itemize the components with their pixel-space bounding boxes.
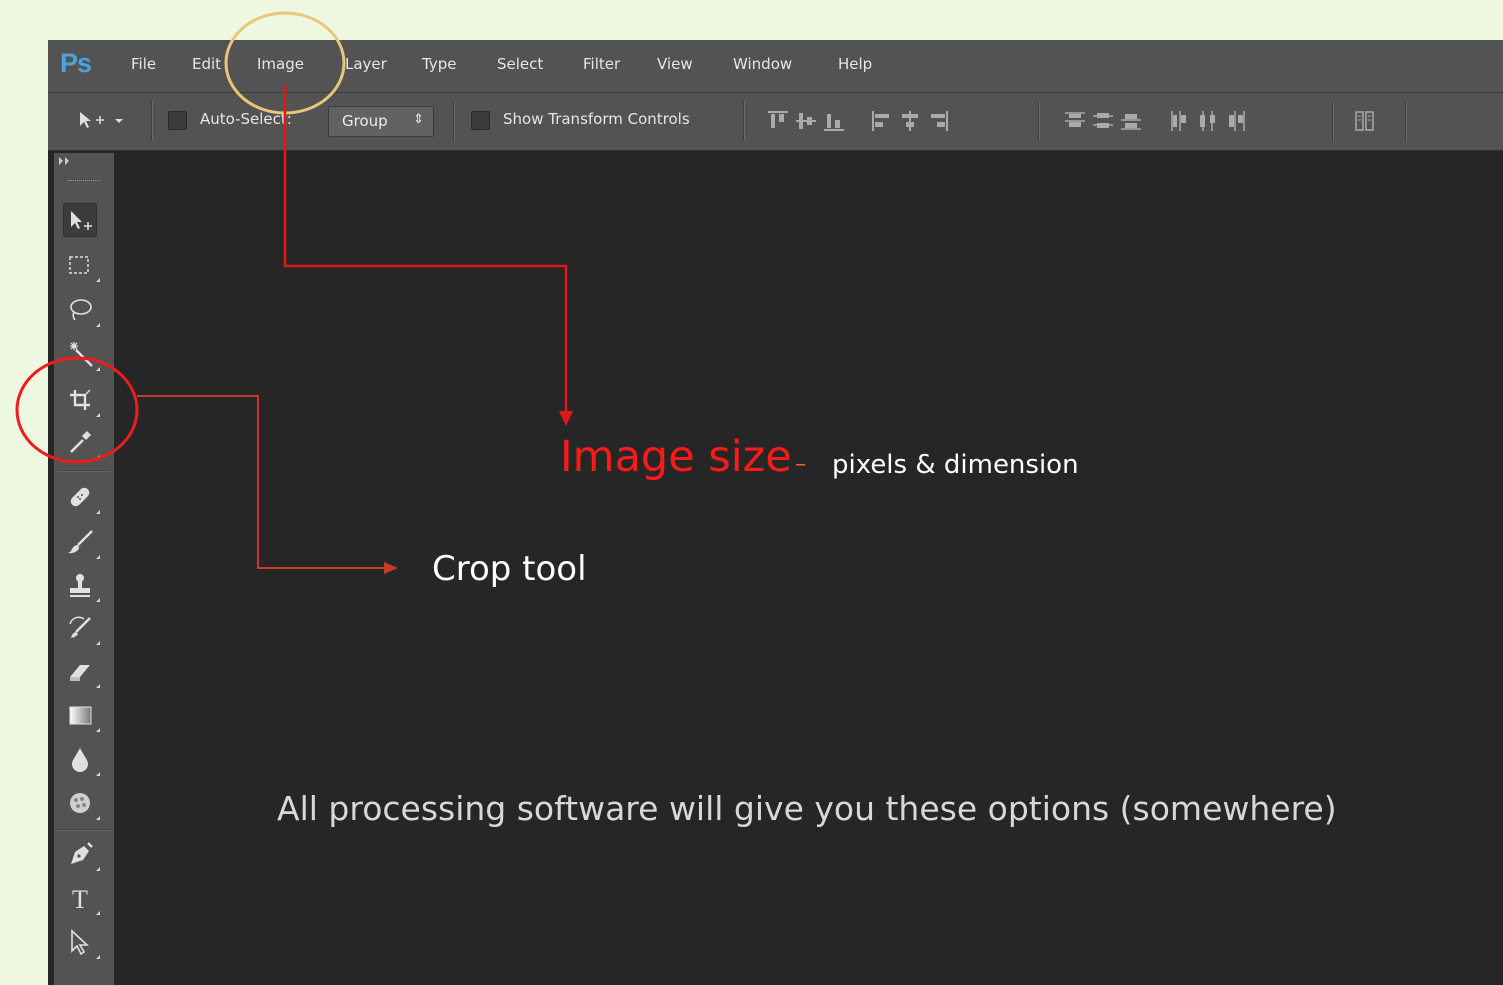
image-size-arrow-line <box>283 84 568 412</box>
crop-tool-arrow-line <box>137 395 385 569</box>
crop-tool-annotation: Crop tool <box>432 549 587 589</box>
footer-note: All processing software will give you th… <box>277 789 1337 828</box>
image-size-subtitle: pixels & dimension <box>832 450 1079 480</box>
image-size-arrowhead <box>559 411 573 426</box>
image-size-annotation: Image size <box>560 432 792 482</box>
image-size-dash: – <box>795 452 806 477</box>
crop-tool-highlight-circle <box>15 356 139 464</box>
annotation-overlay <box>15 11 573 574</box>
crop-tool-arrowhead <box>384 562 398 574</box>
